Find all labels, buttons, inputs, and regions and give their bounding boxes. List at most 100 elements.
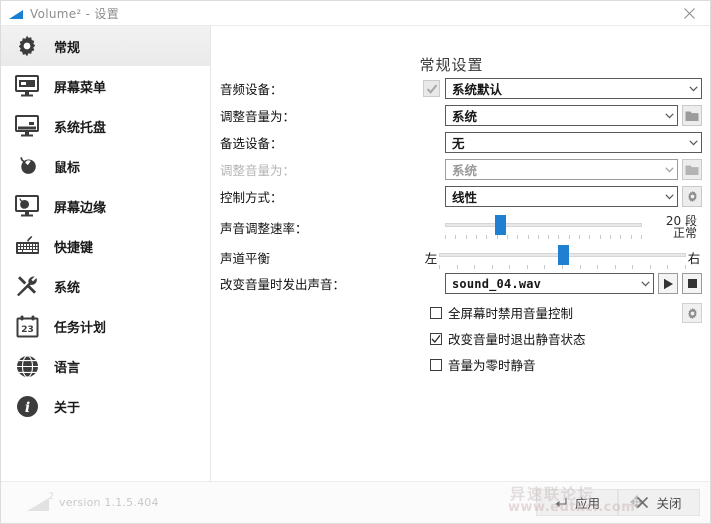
- sidebar-item-tray[interactable]: 系统托盘: [1, 106, 210, 146]
- sidebar-item-about[interactable]: i 关于: [1, 386, 210, 426]
- checkbox-label: 音量为零时静音: [448, 355, 536, 374]
- channel-balance-slider[interactable]: [439, 243, 686, 271]
- set-volume-for-combo[interactable]: 系统: [445, 105, 678, 126]
- tools-icon: [13, 272, 41, 300]
- checkbox-unmute-on-change[interactable]: 改变音量时退出静音状态: [430, 328, 586, 349]
- checkbox-box[interactable]: [430, 359, 442, 371]
- balance-right-label: 右: [686, 248, 702, 267]
- settings-form: 音频设备： 系统默认: [211, 78, 702, 300]
- checkbox-mute-at-zero[interactable]: 音量为零时静音: [430, 354, 586, 375]
- sound-settings-gear-icon[interactable]: [682, 303, 702, 323]
- gear-icon: [13, 32, 41, 60]
- sidebar: 常规 屏幕菜单: [1, 26, 211, 481]
- change-sound-value: sound_04.wav: [452, 277, 639, 291]
- alt-device-label: 备选设备：: [211, 133, 423, 152]
- stop-icon[interactable]: [682, 273, 702, 294]
- volume-step-rate-slider[interactable]: [445, 213, 642, 241]
- sidebar-item-system[interactable]: 系统: [1, 266, 210, 306]
- screen-edge-icon: [13, 192, 41, 220]
- info-icon: i: [13, 392, 41, 420]
- change-sound-combo[interactable]: sound_04.wav: [445, 273, 654, 294]
- row-set-volume-for-alt: 调整音量为： 系统: [211, 159, 702, 180]
- row-set-volume-for: 调整音量为： 系统: [211, 105, 702, 126]
- window-body: 常规 屏幕菜单: [1, 26, 710, 481]
- sidebar-item-screen-edge[interactable]: 屏幕边缘: [1, 186, 210, 226]
- rate-sub-label: 正常: [673, 226, 697, 240]
- svg-text:i: i: [24, 400, 29, 416]
- checkbox-label: 全屏幕时禁用音量控制: [448, 303, 573, 322]
- checkbox-box[interactable]: [430, 307, 442, 319]
- close-button-label: 关闭: [656, 493, 681, 512]
- chevron-down-icon: [663, 194, 675, 200]
- alt-device-value: 无: [452, 133, 687, 152]
- checkbox-disable-fullscreen[interactable]: 全屏幕时禁用音量控制: [430, 302, 586, 323]
- window-title: Volume² - 设置: [30, 5, 119, 22]
- close-icon[interactable]: [668, 1, 710, 25]
- control-mode-label: 控制方式：: [211, 187, 423, 206]
- settings-window: Volume² - 设置 常规: [0, 0, 711, 524]
- audio-device-checkbox[interactable]: [423, 80, 440, 97]
- audio-device-combo[interactable]: 系统默认: [445, 78, 702, 99]
- alt-device-combo[interactable]: 无: [445, 132, 702, 153]
- close-button[interactable]: 关闭: [618, 489, 700, 516]
- apply-button[interactable]: 应用: [536, 489, 618, 516]
- sidebar-item-general[interactable]: 常规: [1, 26, 210, 66]
- logo-superscript: 2: [48, 492, 54, 502]
- slider-thumb[interactable]: [558, 245, 569, 265]
- globe-icon: [13, 352, 41, 380]
- folder-icon[interactable]: [682, 105, 702, 126]
- chevron-down-icon: [663, 167, 675, 173]
- sidebar-item-label: 系统: [54, 277, 80, 296]
- sidebar-item-scheduler[interactable]: 23 任务计划: [1, 306, 210, 346]
- row-change-sound: 改变音量时发出声音： sound_04.wav: [211, 273, 702, 294]
- sidebar-item-label: 快捷键: [54, 237, 93, 256]
- slider-thumb[interactable]: [495, 215, 506, 235]
- set-volume-for-alt-value: 系统: [452, 160, 663, 179]
- row-alt-device: 备选设备： 无: [211, 132, 702, 153]
- change-sound-label: 改变音量时发出声音：: [211, 274, 423, 293]
- checkbox-box[interactable]: [430, 333, 442, 345]
- svg-text:23: 23: [21, 325, 34, 335]
- close-x-icon: [636, 496, 649, 509]
- system-tray-icon: [13, 112, 41, 140]
- set-volume-for-alt-label: 调整音量为：: [211, 160, 423, 179]
- folder-icon[interactable]: [682, 159, 702, 180]
- sidebar-item-mouse[interactable]: 鼠标: [1, 146, 210, 186]
- audio-device-value: 系统默认: [452, 79, 687, 98]
- play-icon[interactable]: [658, 273, 678, 294]
- control-mode-value: 线性: [452, 187, 663, 206]
- volume-triangle-logo-icon: [9, 8, 23, 19]
- keyboard-icon: [13, 232, 41, 260]
- set-volume-for-alt-combo[interactable]: 系统: [445, 159, 678, 180]
- set-volume-for-value: 系统: [452, 106, 663, 125]
- chevron-down-icon: [639, 281, 651, 287]
- sidebar-item-hotkeys[interactable]: 快捷键: [1, 226, 210, 266]
- title-bar: Volume² - 设置: [1, 1, 710, 26]
- row-control-mode: 控制方式： 线性: [211, 186, 702, 207]
- control-mode-settings-gear-icon[interactable]: [682, 186, 702, 207]
- volume-triangle-logo-icon: 2: [27, 493, 53, 513]
- channel-balance-label: 声道平衡: [211, 248, 423, 267]
- row-volume-step-rate: 声音调整速率： 20 段: [211, 213, 702, 241]
- sidebar-item-label: 系统托盘: [54, 117, 106, 136]
- row-audio-device: 音频设备： 系统默认: [211, 78, 702, 99]
- settings-panel: 常规设置 音频设备： 系统默认: [211, 26, 710, 481]
- sidebar-item-language[interactable]: 语言: [1, 346, 210, 386]
- sidebar-item-osd[interactable]: 屏幕菜单: [1, 66, 210, 106]
- apply-button-label: 应用: [575, 493, 600, 512]
- mouse-icon: [13, 152, 41, 180]
- version-label: version 1.1.5.404: [59, 496, 159, 509]
- sidebar-item-label: 语言: [54, 357, 80, 376]
- balance-left-label: 左: [423, 248, 439, 267]
- volume-step-rate-label: 声音调整速率：: [211, 218, 423, 237]
- control-mode-combo[interactable]: 线性: [445, 186, 678, 207]
- checkbox-label: 改变音量时退出静音状态: [448, 329, 586, 348]
- row-channel-balance: 声道平衡 左 右: [211, 243, 702, 271]
- sidebar-item-label: 常规: [54, 37, 80, 56]
- set-volume-for-label: 调整音量为：: [211, 106, 423, 125]
- slider-track: [445, 223, 642, 227]
- chevron-down-icon: [687, 140, 699, 146]
- sidebar-item-label: 鼠标: [54, 157, 80, 176]
- sidebar-item-label: 任务计划: [54, 317, 106, 336]
- page-title: 常规设置: [211, 54, 692, 75]
